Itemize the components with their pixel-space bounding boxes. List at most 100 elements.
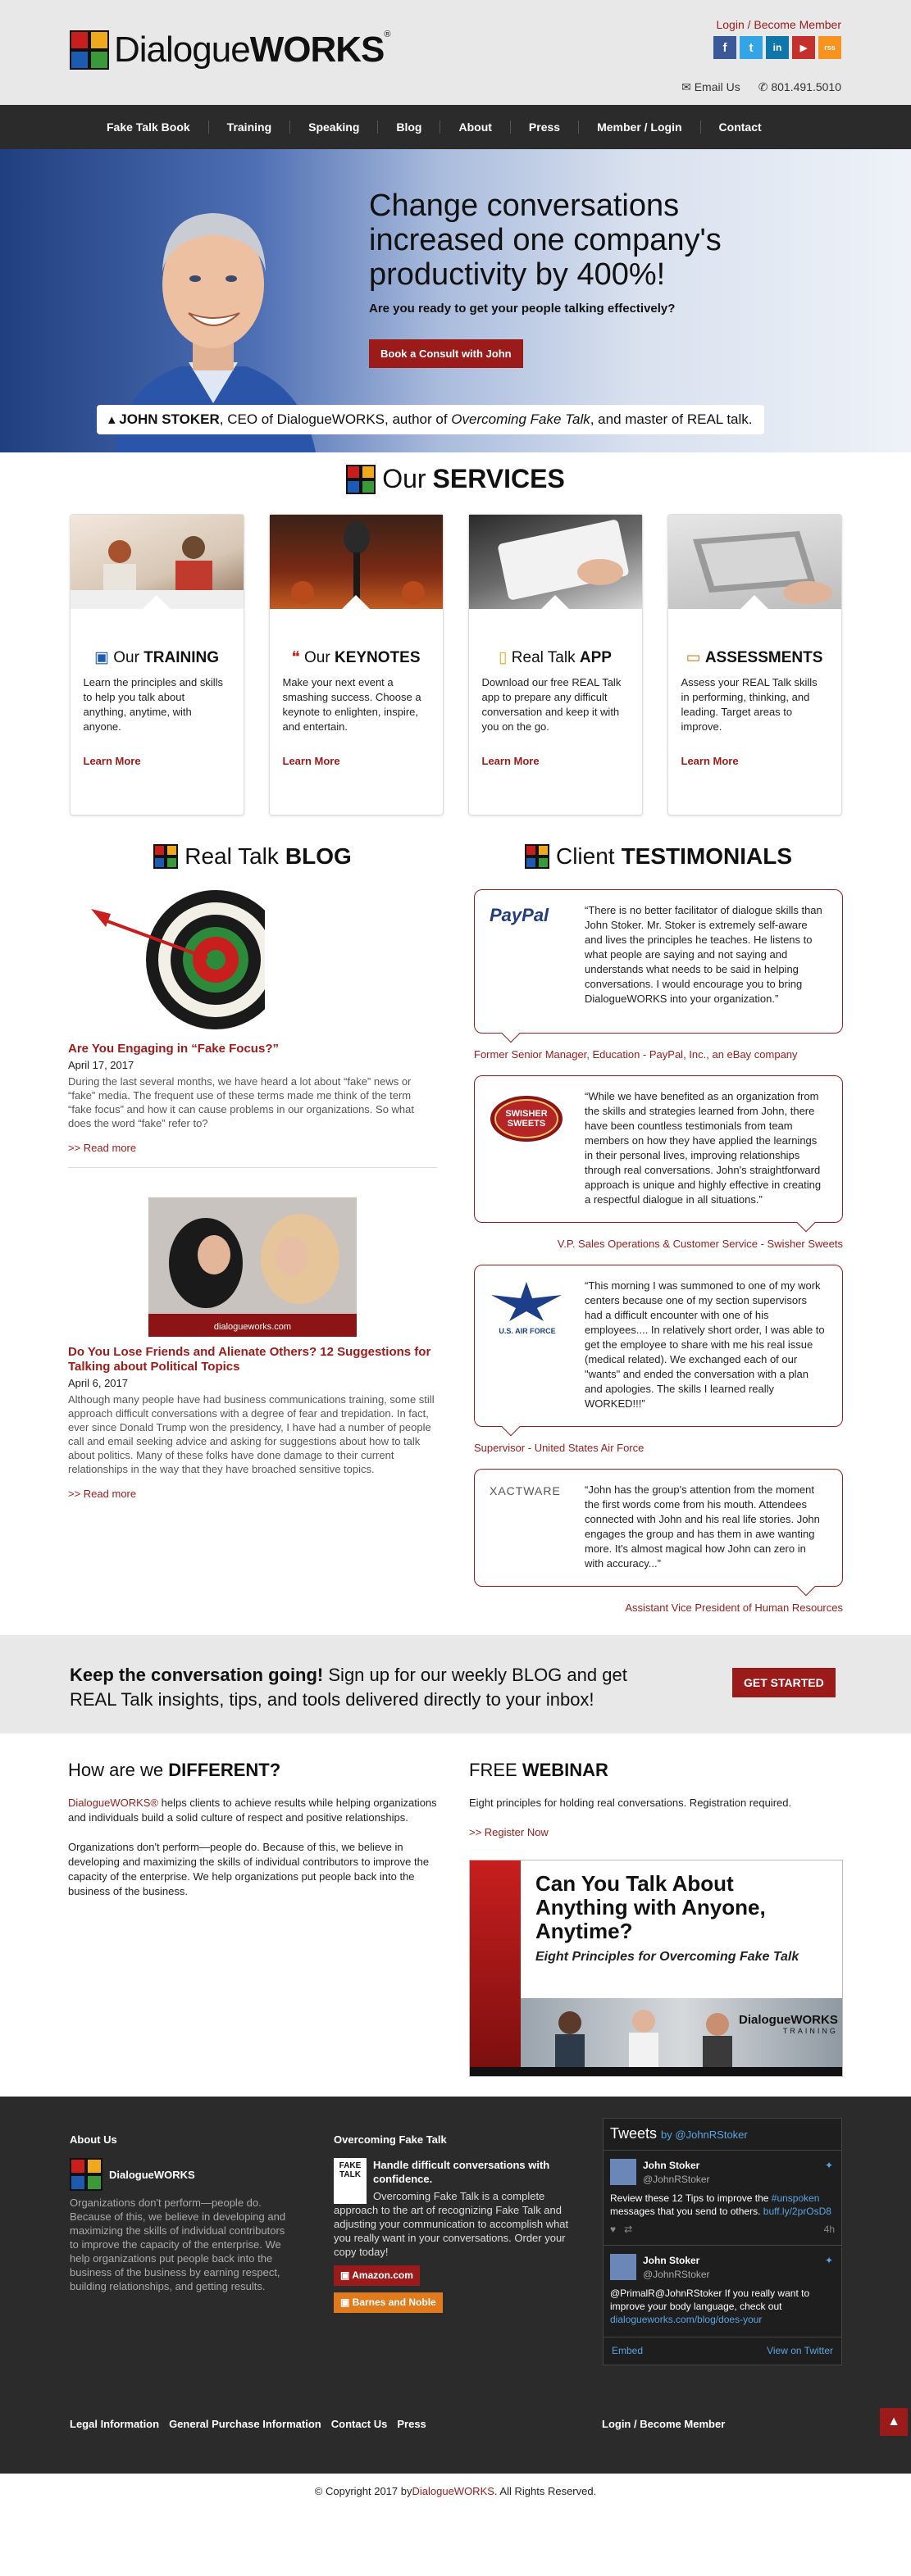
blog-post-title[interactable]: Are You Engaging in “Fake Focus?” [68,1042,437,1056]
email-label: Email Us [694,80,740,93]
training-learn-more[interactable]: Learn More [84,755,141,767]
cart-icon: ▣ [340,2269,353,2281]
blog-post-title[interactable]: Do You Lose Friends and Alienate Others?… [68,1345,437,1374]
dialogueworks-link[interactable]: DialogueWORKS® [68,1797,158,1809]
nav-blog[interactable]: Blog [378,120,441,134]
facebook-icon[interactable]: f [713,36,736,59]
book-cover-image[interactable]: FAKE TALK [334,2158,367,2204]
app-photo [468,515,642,609]
tweets-title: Tweets [610,2125,658,2142]
air-force-logo-text: U.S. AIR FORCE [499,1327,556,1335]
rss-icon[interactable]: rss [818,36,841,59]
cta-bold: Keep the conversation going! [70,1665,324,1685]
heart-icon[interactable]: ♥ ⇄ [610,2223,632,2237]
different-paragraph-2: Organizations don't perform—people do. B… [68,1841,430,1897]
site-logo[interactable]: DialogueWORKS® [70,30,390,70]
card-notch [540,595,570,609]
app-learn-more[interactable]: Learn More [482,755,540,767]
tweet[interactable]: John Stoker @JohnRStoker Review these 12 … [604,2150,841,2245]
video-brand-sub: TRAINING [782,2027,838,2035]
testimonial-card: U.S. AIR FORCE “This morning I was summo… [474,1265,843,1437]
phone-link[interactable]: ✆ 801.491.5010 [758,80,841,94]
card-text: Download our free REAL Talk app to prepa… [481,676,622,733]
tweets-by[interactable]: by @JohnRStoker [661,2128,748,2141]
logo-mark-icon [346,464,376,494]
cart-icon: ▣ [340,2297,353,2308]
linkedin-icon[interactable]: in [766,36,789,59]
hero-subhead: Are you ready to get your people talking… [369,302,676,316]
blog-title-bold: BLOG [285,843,352,869]
barnes-noble-label: Barnes and Noble [352,2297,436,2308]
dartboard-image [91,890,285,1029]
different-title-bold: DIFFERENT? [168,1760,281,1780]
twitter-icon[interactable]: t [740,36,763,59]
service-card-training[interactable]: ▣ Our TRAINING Learn the principles and … [69,514,244,816]
caret-up-icon: ▴ [108,411,120,427]
assessments-learn-more[interactable]: Learn More [681,755,739,767]
press-link[interactable]: Press [397,2418,426,2430]
footer-logo: DialogueWORKS [70,2158,291,2191]
service-card-app[interactable]: ▯ Real Talk APP Download our free REAL T… [467,514,643,816]
get-started-button[interactable]: GET STARTED [732,1668,836,1697]
barnes-noble-button[interactable]: ▣ Barnes and Noble [334,2292,443,2313]
card-text: Learn the principles and skills to help … [83,676,224,733]
blog-read-more[interactable]: >> Read more [68,1488,437,1500]
register-now-link[interactable]: >> Register Now [469,1826,549,1838]
card-title: ▯ Real Talk APP [482,648,629,667]
footer-about: About Us DialogueWORKS Organizations don… [70,2133,291,2293]
video-controls-bar[interactable] [470,2067,842,2076]
video-subtitle: Eight Principles for Overcoming Fake Tal… [535,1950,799,1964]
tweet[interactable]: John Stoker @JohnRStoker @PrimalR@JohnRSt… [604,2245,841,2334]
social-links: f t in ▶ rss [713,36,841,59]
legal-information-link[interactable]: Legal Information [70,2418,159,2430]
service-card-assessments[interactable]: ▭ ASSESSMENTS Assess your REAL Talk skil… [667,514,842,816]
testimonial-quote: “There is no better facilitator of dialo… [585,904,822,1005]
video-red-bar [470,1860,521,2076]
service-cards: ▣ Our TRAINING Learn the principles and … [68,514,843,816]
purchase-information-link[interactable]: General Purchase Information [169,2418,321,2430]
hero-banner: Change conversations increased one compa… [0,149,911,452]
nav-about[interactable]: About [440,120,511,134]
header-login-link[interactable]: Login / Become Member [716,18,841,31]
nav-contact[interactable]: Contact [701,120,780,134]
view-on-twitter-link[interactable]: View on Twitter [767,2344,833,2358]
service-card-keynotes[interactable]: ❝ Our KEYNOTES Make your next event a sm… [268,514,444,816]
tweet-link[interactable]: buff.ly/2prOsD8 [763,2206,831,2217]
amazon-button[interactable]: ▣ Amazon.com [334,2265,420,2286]
nav-speaking[interactable]: Speaking [290,120,379,134]
youtube-icon[interactable]: ▶ [792,36,815,59]
avatar [610,2159,636,2185]
email-link[interactable]: ✉ Email Us [681,80,740,94]
nav-training[interactable]: Training [209,120,291,134]
different-title-light: How are we [68,1760,164,1780]
blog-title-light: Real Talk [184,843,279,869]
blog-read-more[interactable]: >> Read more [68,1142,437,1154]
nav-press[interactable]: Press [511,120,580,134]
hero-caption: ▴ JOHN STOKER, CEO of DialogueWORKS, aut… [97,405,764,434]
book-consult-button[interactable]: Book a Consult with John [369,339,523,368]
card-title-bold: KEYNOTES [334,649,421,666]
card-title-bold: APP [579,649,612,666]
monitor-icon: ▭ [686,649,705,666]
testimonials-title-bold: TESTIMONIALS [621,843,793,869]
copyright-brand-link[interactable]: DialogueWORKS [412,2485,494,2497]
footer-login-link[interactable]: Login / Become Member [602,2418,725,2430]
tweet-link[interactable]: dialogueworks.com/blog/does-your [610,2314,762,2325]
blog-post-date: April 6, 2017 [68,1377,128,1389]
nav-fake-talk-book[interactable]: Fake Talk Book [89,120,209,134]
tweet-hashtag[interactable]: #unspoken [772,2192,820,2204]
speech-tail [501,1024,521,1043]
twitter-embed-link[interactable]: Embed [612,2344,643,2358]
speech-bubbles-icon: ❝ [291,649,304,666]
scroll-to-top-icon[interactable]: ▲ [880,2408,908,2436]
card-text: Make your next event a smashing success.… [282,676,421,733]
copyright-suffix: . All Rights Reserved. [494,2484,597,2497]
nav-member-login[interactable]: Member / Login [579,120,701,134]
briefcase-icon: ▣ [93,649,114,666]
keynotes-learn-more[interactable]: Learn More [283,755,340,767]
tweet-time: 4h [823,2224,835,2235]
webinar-video[interactable]: Can You Talk About Anything with Anyone,… [469,1860,843,2077]
contact-us-link[interactable]: Contact Us [331,2418,388,2430]
blog-post-date: April 17, 2017 [68,1059,134,1071]
twitter-widget[interactable]: Tweets by @JohnRStoker John Stoker @JohnR… [603,2118,842,2365]
